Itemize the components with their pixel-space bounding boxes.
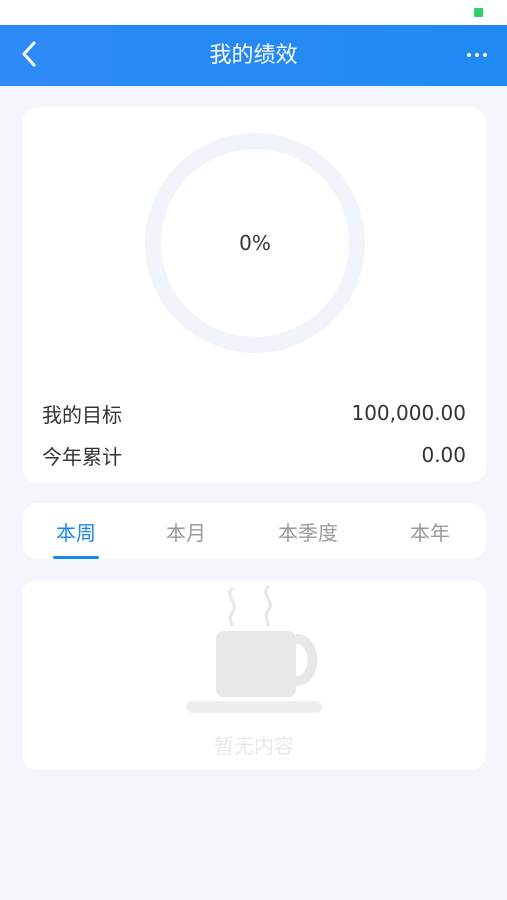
coffee-cup-icon — [186, 585, 322, 713]
empty-state-card: 暂无内容 — [22, 580, 486, 770]
more-button[interactable] — [467, 53, 487, 57]
page-title: 我的绩效 — [209, 43, 298, 68]
target-row: 我的目标 100,000.00 — [42, 398, 466, 428]
status-bar — [0, 0, 507, 25]
target-value: 100,000.00 — [351, 401, 466, 425]
progress-percent-text: 0% — [239, 231, 271, 255]
more-dot-icon — [467, 53, 471, 57]
more-dot-icon — [475, 53, 479, 57]
tab-week[interactable]: 本周 — [53, 517, 99, 546]
tab-quarter[interactable]: 本季度 — [273, 517, 343, 546]
more-dot-icon — [483, 53, 487, 57]
performance-summary-card: 0% 我的目标 100,000.00 今年累计 0.00 — [22, 107, 486, 483]
active-tab-indicator — [53, 556, 99, 559]
tab-month[interactable]: 本月 — [163, 517, 209, 546]
period-tabs: 本周 本月 本季度 本年 — [22, 503, 486, 559]
progress-ring: 0% — [143, 131, 367, 355]
app-header: 我的绩效 — [0, 25, 507, 86]
tab-year[interactable]: 本年 — [407, 517, 453, 546]
battery-icon — [474, 8, 483, 17]
target-label: 我的目标 — [42, 402, 122, 427]
ytd-value: 0.00 — [421, 443, 466, 467]
ytd-label: 今年累计 — [42, 444, 122, 469]
empty-state-text: 暂无内容 — [214, 734, 294, 758]
ytd-row: 今年累计 0.00 — [42, 440, 466, 470]
